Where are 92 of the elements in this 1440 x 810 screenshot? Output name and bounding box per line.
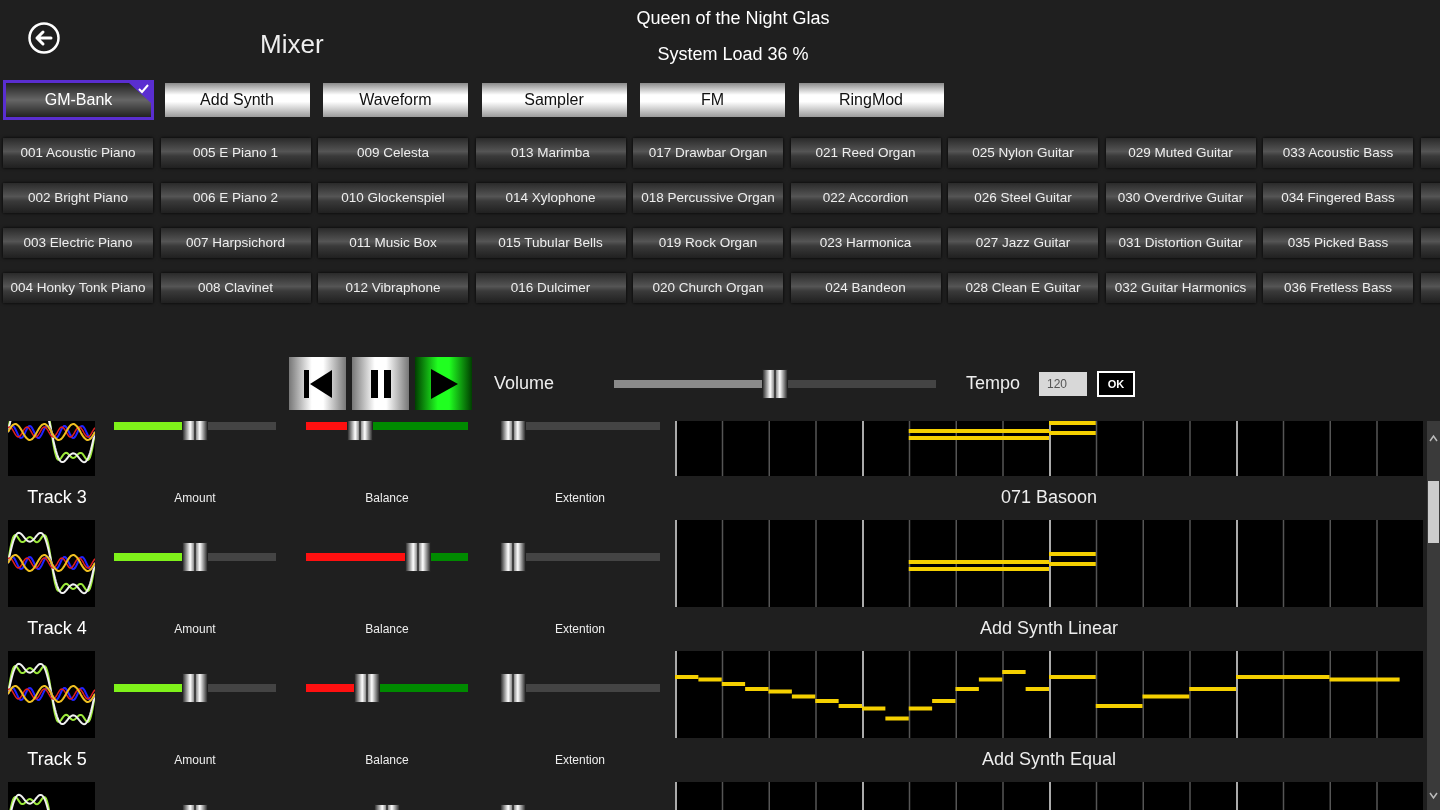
back-icon[interactable]	[28, 22, 60, 54]
slider-thumb[interactable]	[500, 541, 526, 572]
extention-slider[interactable]	[500, 672, 660, 703]
balance-slider[interactable]	[306, 420, 468, 441]
skip-back-icon	[301, 368, 334, 399]
amount-slider[interactable]	[114, 541, 276, 572]
instrument-button[interactable]: 009 Celesta	[318, 137, 468, 168]
ok-button[interactable]: OK	[1097, 370, 1135, 397]
instrument-button[interactable]: 034 Fingered Bass	[1263, 182, 1413, 213]
amount-slider[interactable]	[114, 420, 276, 441]
pause-icon	[368, 368, 393, 399]
track-name: Track 4	[27, 618, 87, 640]
slider-label: Amount	[174, 752, 216, 767]
slider-label: Balance	[365, 752, 409, 767]
instrument-button[interactable]: 019 Rock Organ	[633, 227, 783, 258]
instrument-button[interactable]: 014 Xylophone	[475, 182, 626, 213]
slider-thumb[interactable]	[762, 368, 788, 399]
extention-slider[interactable]	[500, 541, 660, 572]
instrument-button[interactable]: 003 Electric Piano	[3, 227, 153, 258]
instrument-button[interactable]: 012 Vibraphone	[318, 272, 468, 303]
check-icon	[129, 82, 151, 103]
slider-label: Amount	[174, 621, 216, 636]
instrument-button[interactable]: 007 Harpsichord	[160, 227, 311, 258]
instrument-button[interactable]: 029 Muted Guitar	[1105, 137, 1256, 168]
piano-roll[interactable]	[675, 519, 1423, 607]
volume-slider[interactable]	[614, 368, 936, 399]
instrument-button[interactable]: 022 Accordion	[790, 182, 941, 213]
slider-thumb[interactable]	[182, 420, 208, 441]
slider-thumb[interactable]	[353, 672, 380, 703]
slider-label: Extention	[554, 490, 605, 505]
instrument-button[interactable]: 036 Fretless Bass	[1263, 272, 1413, 303]
tempo-label: Tempo	[966, 373, 1022, 395]
instrument-button[interactable]: 018 Percussive Organ	[633, 182, 783, 213]
instrument-button[interactable]: 033 Acoustic Bass	[1263, 137, 1413, 168]
track-name: Track 3	[27, 487, 87, 509]
pause-button[interactable]	[352, 357, 409, 411]
extention-slider[interactable]	[500, 420, 660, 441]
instrument-button[interactable]: 023 Harmonica	[790, 227, 941, 258]
instrument-button[interactable]: 002 Bright Piano	[3, 182, 153, 213]
instrument-button[interactable]: 020 Church Organ	[633, 272, 783, 303]
instrument-button[interactable]: 026 Steel Guitar	[948, 182, 1098, 213]
slider-thumb[interactable]	[182, 541, 208, 572]
instrument-button[interactable]: 028 Clean E Guitar	[948, 272, 1098, 303]
scrollbar[interactable]	[1427, 420, 1440, 810]
track-name: Track 5	[27, 749, 87, 771]
instrument-name: Add Synth Linear	[979, 618, 1119, 640]
song-title: Queen of the Night Glas	[636, 8, 830, 29]
instrument-button[interactable]: 031 Distortion Guitar	[1105, 227, 1256, 258]
instrument-button[interactable]: 015 Tubular Bells	[475, 227, 626, 258]
waveform-icon	[8, 650, 95, 738]
slider-label: Extention	[554, 752, 605, 767]
previous-button[interactable]	[289, 357, 346, 411]
instrument-button[interactable]: 032 Guitar Harmonics	[1105, 272, 1256, 303]
instrument-button[interactable]: 013 Marimba	[475, 137, 626, 168]
page-title: Mixer	[260, 28, 325, 61]
waveform-icon	[8, 519, 95, 607]
instrument-button[interactable]: 021 Reed Organ	[790, 137, 941, 168]
slider-label: Balance	[365, 621, 409, 636]
instrument-button[interactable]: 027 Jazz Guitar	[948, 227, 1098, 258]
instrument-button[interactable]: 024 Bandeon	[790, 272, 941, 303]
amount-slider[interactable]	[114, 672, 276, 703]
instrument-button[interactable]: 004 Honky Tonk Piano	[3, 272, 153, 303]
play-icon	[428, 367, 459, 400]
piano-roll[interactable]	[675, 650, 1423, 738]
instrument-name: Add Synth Equal	[981, 749, 1117, 771]
instrument-button[interactable]: 005 E Piano 1	[160, 137, 311, 168]
instrument-button[interactable]: 001 Acoustic Piano	[3, 137, 153, 168]
tempo-field[interactable]: 120	[1039, 371, 1087, 396]
instrument-button[interactable]: 006 E Piano 2	[160, 182, 311, 213]
slider-label: Amount	[174, 490, 216, 505]
slider-thumb[interactable]	[500, 420, 526, 441]
slider-thumb[interactable]	[500, 672, 526, 703]
tab[interactable]: GM-Bank	[3, 79, 154, 120]
instrument-button[interactable]: 017 Drawbar Organ	[633, 137, 783, 168]
instrument-button[interactable]: 025 Nylon Guitar	[948, 137, 1098, 168]
system-load: System Load 36 %	[657, 44, 809, 65]
instrument-button[interactable]: 011 Music Box	[318, 227, 468, 258]
slider-label: Balance	[365, 490, 409, 505]
balance-slider[interactable]	[306, 541, 468, 572]
slider-thumb[interactable]	[405, 541, 432, 572]
volume-label: Volume	[494, 373, 556, 395]
balance-slider[interactable]	[306, 672, 468, 703]
instrument-button[interactable]: 035 Picked Bass	[1263, 227, 1413, 258]
instrument-name: 071 Basoon	[1000, 487, 1098, 509]
instrument-button[interactable]: 010 Glockenspiel	[318, 182, 468, 213]
instrument-button[interactable]: 030 Overdrive Guitar	[1105, 182, 1256, 213]
instrument-button[interactable]: 016 Dulcimer	[475, 272, 626, 303]
instrument-button[interactable]: 008 Clavinet	[160, 272, 311, 303]
play-button[interactable]	[415, 357, 472, 411]
slider-label: Extention	[554, 621, 605, 636]
slider-thumb[interactable]	[346, 420, 373, 441]
slider-thumb[interactable]	[182, 672, 208, 703]
